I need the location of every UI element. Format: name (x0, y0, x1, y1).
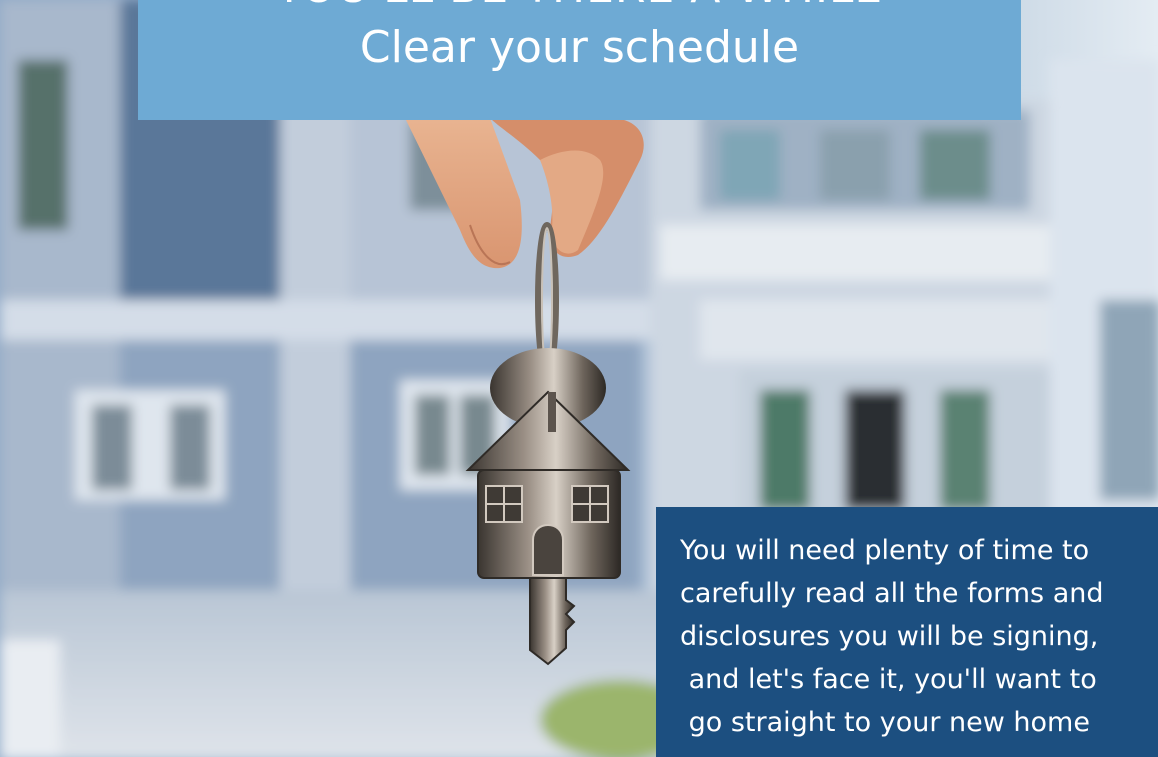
title-card: YOU'LL BE THERE A WHILE Clear your sched… (138, 0, 1021, 120)
info-card: You will need plenty of time to carefull… (656, 507, 1158, 757)
title-heading: YOU'LL BE THERE A WHILE (138, 0, 1021, 14)
info-text: You will need plenty of time to carefull… (680, 535, 1104, 738)
slide: YOU'LL BE THERE A WHILE Clear your sched… (0, 0, 1158, 757)
title-subheading: Clear your schedule (359, 22, 800, 73)
